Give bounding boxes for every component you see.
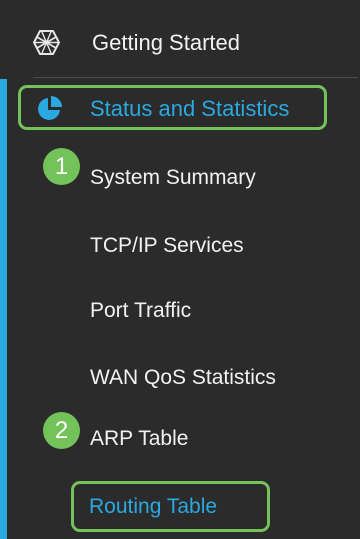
menu-item-status-and-statistics-label: Status and Statistics — [90, 96, 290, 121]
submenu-item-system-summary[interactable]: System Summary — [90, 166, 256, 190]
navigation-menu: Getting Started Status and Statistics 1 … — [0, 0, 360, 539]
submenu-item-wan-qos-statistics[interactable]: WAN QoS Statistics — [90, 366, 276, 390]
callout-badge-1: 1 — [43, 148, 80, 185]
hexagon-globe-icon — [32, 29, 61, 56]
submenu-item-port-traffic[interactable]: Port Traffic — [90, 299, 191, 323]
menu-divider — [33, 77, 358, 78]
submenu-item-tcp-ip-services[interactable]: TCP/IP Services — [90, 234, 244, 258]
menu-item-getting-started[interactable]: Getting Started — [0, 0, 360, 76]
callout-badge-2: 2 — [43, 412, 80, 449]
submenu-item-routing-table[interactable]: Routing Table — [71, 481, 270, 532]
submenu-item-routing-table-label: Routing Table — [89, 495, 218, 518]
submenu-item-arp-table[interactable]: ARP Table — [90, 427, 188, 451]
selection-accent-bar — [0, 79, 7, 539]
menu-item-status-and-statistics[interactable]: Status and Statistics — [18, 85, 327, 130]
menu-item-getting-started-label: Getting Started — [92, 30, 240, 55]
pie-chart-icon — [36, 95, 63, 122]
